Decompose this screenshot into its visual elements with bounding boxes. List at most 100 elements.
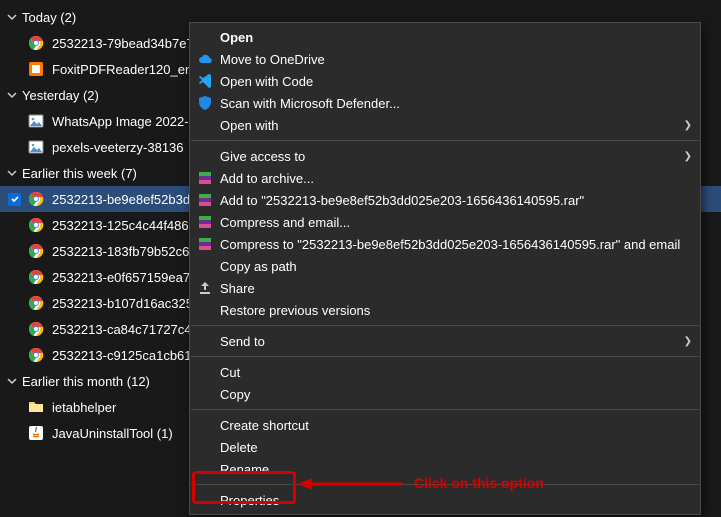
menu-separator (191, 325, 699, 326)
menu-item-cut[interactable]: Cut (190, 361, 700, 383)
menu-label: Delete (220, 440, 692, 455)
file-name: 2532213-79bead34b7e72d (52, 36, 208, 51)
file-name: 2532213-e0f657159ea76ab (52, 270, 212, 285)
menu-label: Copy (220, 387, 692, 402)
menu-icon-empty (194, 361, 216, 383)
cloud-icon (194, 48, 216, 70)
menu-label: Compress and email... (220, 215, 692, 230)
menu-label: Open with Code (220, 74, 692, 89)
menu-label: Open (220, 30, 692, 45)
file-name: 2532213-be9e8ef52b3dd0 (52, 192, 205, 207)
image-icon (28, 113, 44, 129)
winrar-icon (194, 211, 216, 233)
share-icon (194, 277, 216, 299)
chrome-icon (28, 269, 44, 285)
menu-label: Create shortcut (220, 418, 692, 433)
chevron-right-icon: ❯ (684, 120, 692, 131)
folder-icon (28, 399, 44, 415)
context-menu: Open Move to OneDrive Open with Code Scan w… (189, 22, 701, 515)
menu-icon-empty (194, 383, 216, 405)
menu-separator (191, 356, 699, 357)
menu-label: Send to (220, 334, 684, 349)
menu-icon-empty (194, 299, 216, 321)
chrome-icon (28, 217, 44, 233)
menu-item-open-with[interactable]: Open with❯ (190, 114, 700, 136)
menu-icon-empty (194, 458, 216, 480)
image-icon (28, 139, 44, 155)
menu-item-compress-to-email[interactable]: Compress to "2532213-be9e8ef52b3dd025e20… (190, 233, 700, 255)
menu-item-scan-defender[interactable]: Scan with Microsoft Defender... (190, 92, 700, 114)
group-label: Yesterday (2) (22, 88, 99, 103)
menu-icon-empty (194, 489, 216, 511)
menu-label: Compress to "2532213-be9e8ef52b3dd025e20… (220, 237, 692, 252)
menu-label: Scan with Microsoft Defender... (220, 96, 692, 111)
menu-label: Share (220, 281, 692, 296)
menu-item-add-archive[interactable]: Add to archive... (190, 167, 700, 189)
menu-item-add-to-rar[interactable]: Add to "2532213-be9e8ef52b3dd025e203-165… (190, 189, 700, 211)
chevron-down-icon (6, 376, 18, 386)
file-name: 2532213-125c4c44f4861e8 (52, 218, 210, 233)
menu-icon-empty (194, 436, 216, 458)
foxit-icon (28, 61, 44, 77)
menu-icon-empty (194, 330, 216, 352)
menu-item-compress-email[interactable]: Compress and email... (190, 211, 700, 233)
menu-label: Restore previous versions (220, 303, 692, 318)
chrome-icon (28, 35, 44, 51)
menu-item-create-shortcut[interactable]: Create shortcut (190, 414, 700, 436)
chevron-down-icon (6, 12, 18, 22)
menu-label: Rename (220, 462, 692, 477)
file-name: 2532213-183fb79b52c6d4b (52, 244, 211, 259)
winrar-icon (194, 167, 216, 189)
file-name: pexels-veeterzy-38136 (52, 140, 184, 155)
menu-icon-empty (194, 414, 216, 436)
chrome-icon (28, 321, 44, 337)
menu-label: Copy as path (220, 259, 692, 274)
winrar-icon (194, 189, 216, 211)
file-name: ietabhelper (52, 400, 116, 415)
menu-label: Add to "2532213-be9e8ef52b3dd025e203-165… (220, 193, 692, 208)
shield-icon (194, 92, 216, 114)
menu-item-properties[interactable]: Properties (190, 489, 700, 511)
menu-item-copy[interactable]: Copy (190, 383, 700, 405)
menu-icon-empty (194, 145, 216, 167)
menu-item-open[interactable]: Open (190, 26, 700, 48)
menu-label: Cut (220, 365, 692, 380)
winrar-icon (194, 233, 216, 255)
menu-item-move-onedrive[interactable]: Move to OneDrive (190, 48, 700, 70)
group-label: Today (2) (22, 10, 76, 25)
menu-item-copy-as-path[interactable]: Copy as path (190, 255, 700, 277)
chrome-icon (28, 347, 44, 363)
menu-item-delete[interactable]: Delete (190, 436, 700, 458)
file-name: WhatsApp Image 2022-06 (52, 114, 203, 129)
menu-item-give-access[interactable]: Give access to❯ (190, 145, 700, 167)
menu-item-restore-versions[interactable]: Restore previous versions (190, 299, 700, 321)
chevron-right-icon: ❯ (684, 336, 692, 347)
menu-label: Properties (220, 493, 692, 508)
file-name: 2532213-b107d16ac325e5 (52, 296, 207, 311)
menu-icon-empty (194, 255, 216, 277)
vscode-icon (194, 70, 216, 92)
chevron-down-icon (6, 168, 18, 178)
menu-separator (191, 409, 699, 410)
chevron-down-icon (6, 90, 18, 100)
menu-item-open-with-code[interactable]: Open with Code (190, 70, 700, 92)
menu-separator (191, 140, 699, 141)
menu-label: Move to OneDrive (220, 52, 692, 67)
file-name: JavaUninstallTool (1) (52, 426, 173, 441)
menu-label: Open with (220, 118, 684, 133)
menu-label: Add to archive... (220, 171, 692, 186)
chrome-icon (28, 295, 44, 311)
chrome-icon (28, 243, 44, 259)
chrome-icon (28, 191, 44, 207)
menu-item-rename[interactable]: Rename (190, 458, 700, 480)
menu-label: Give access to (220, 149, 684, 164)
group-label: Earlier this month (12) (22, 374, 150, 389)
menu-separator (191, 484, 699, 485)
menu-icon-empty (194, 114, 216, 136)
group-label: Earlier this week (7) (22, 166, 137, 181)
chevron-right-icon: ❯ (684, 151, 692, 162)
java-icon (28, 425, 44, 441)
menu-item-send-to[interactable]: Send to❯ (190, 330, 700, 352)
menu-item-share[interactable]: Share (190, 277, 700, 299)
checkbox-checked-icon[interactable] (8, 193, 21, 206)
